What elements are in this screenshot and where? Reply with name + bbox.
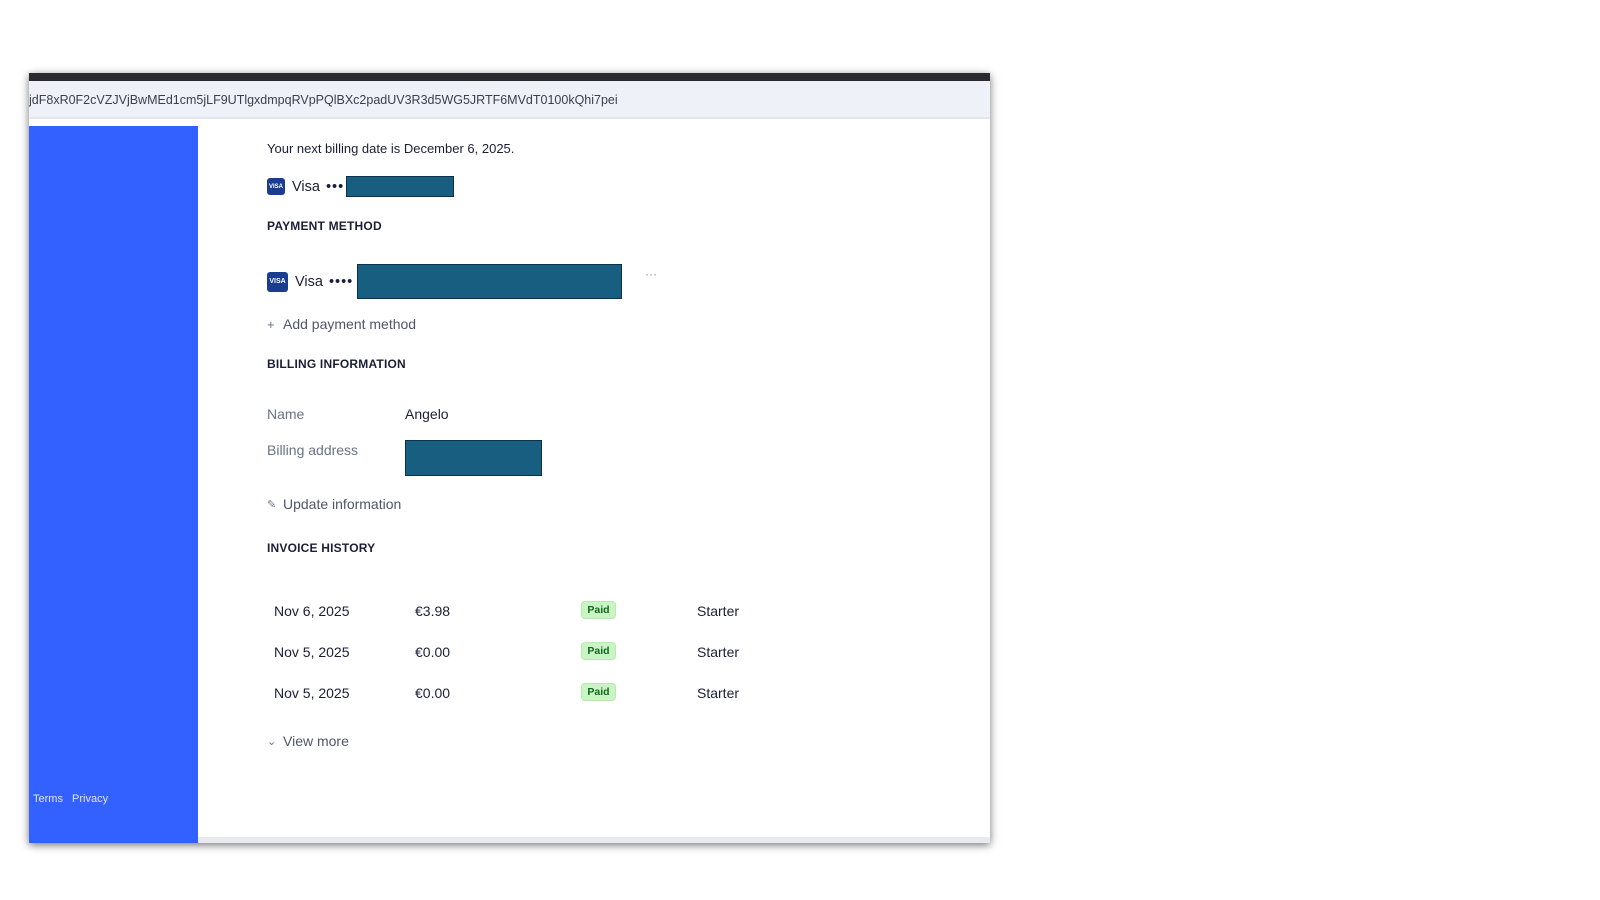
subscription-card: VISA Visa ••• [267, 176, 455, 197]
table-row[interactable]: Nov 5, 2025 €0.00 Paid Starter [267, 642, 787, 664]
url-text[interactable]: jdF8xR0F2cVZJVjBwMEd1cm5jLF9UTlgxdmpqRVp… [29, 93, 618, 107]
invoice-date: Nov 5, 2025 [274, 685, 350, 701]
address-bar[interactable]: jdF8xR0F2cVZJVjBwMEd1cm5jLF9UTlgxdmpqRVp… [29, 81, 990, 119]
redacted-card-details [357, 264, 623, 299]
edit-icon: ✎ [267, 498, 277, 511]
card-brand: Visa [292, 178, 320, 195]
bottom-edge [198, 837, 990, 843]
billing-main: Your next billing date is December 6, 20… [198, 126, 990, 843]
browser-window: jdF8xR0F2cVZJVjBwMEd1cm5jLF9UTlgxdmpqRVp… [29, 73, 990, 843]
add-payment-method-button[interactable]: + Add payment method [267, 316, 416, 332]
invoice-amount: €0.00 [415, 685, 451, 701]
add-payment-method-label: Add payment method [283, 316, 417, 332]
billing-content: Your next billing date is December 6, 20… [267, 126, 967, 843]
plus-icon: + [267, 316, 275, 332]
status-badge: Paid [581, 642, 616, 660]
view-more-button[interactable]: ⌄ View more [267, 733, 349, 749]
redacted-card-number [346, 176, 455, 197]
table-row[interactable]: Nov 6, 2025 €3.98 Paid Starter [267, 601, 787, 623]
more-options-icon[interactable]: ··· [645, 267, 657, 281]
card-mask: ••• [325, 178, 345, 195]
card-mask: •••• [328, 273, 354, 290]
payment-method-title: PAYMENT METHOD [267, 219, 382, 233]
visa-card-icon: VISA [267, 178, 285, 195]
visa-card-icon: VISA [267, 271, 288, 292]
invoice-plan: Starter [697, 685, 740, 701]
invoice-history-title: INVOICE HISTORY [267, 541, 376, 555]
invoice-date: Nov 5, 2025 [274, 644, 350, 660]
update-information-button[interactable]: ✎ Update information [267, 496, 401, 512]
invoice-date: Nov 6, 2025 [274, 603, 350, 619]
next-billing-date: Your next billing date is December 6, 20… [267, 141, 515, 156]
payment-method-card: VISA Visa •••• [267, 264, 623, 299]
update-information-label: Update information [283, 496, 402, 512]
invoice-amount: €3.98 [415, 603, 451, 619]
table-row[interactable]: Nov 5, 2025 €0.00 Paid Starter [267, 683, 787, 705]
status-badge: Paid [581, 601, 616, 619]
redacted-billing-address [405, 440, 542, 476]
view-more-label: View more [283, 733, 349, 749]
name-value: Angelo [405, 406, 449, 422]
invoice-plan: Starter [697, 644, 740, 660]
terms-link[interactable]: Terms [33, 793, 63, 805]
sidebar-footer: Terms Privacy [33, 793, 114, 805]
chevron-down-icon: ⌄ [267, 735, 277, 748]
privacy-link[interactable]: Privacy [72, 793, 108, 805]
billing-address-label: Billing address [267, 442, 359, 458]
sidebar: Terms Privacy [29, 126, 198, 843]
name-label: Name [267, 406, 305, 422]
window-title-bar [29, 73, 990, 81]
invoice-plan: Starter [697, 603, 740, 619]
invoice-amount: €0.00 [415, 644, 451, 660]
card-brand: Visa [295, 273, 323, 290]
status-badge: Paid [581, 683, 616, 701]
billing-information-title: BILLING INFORMATION [267, 357, 406, 371]
